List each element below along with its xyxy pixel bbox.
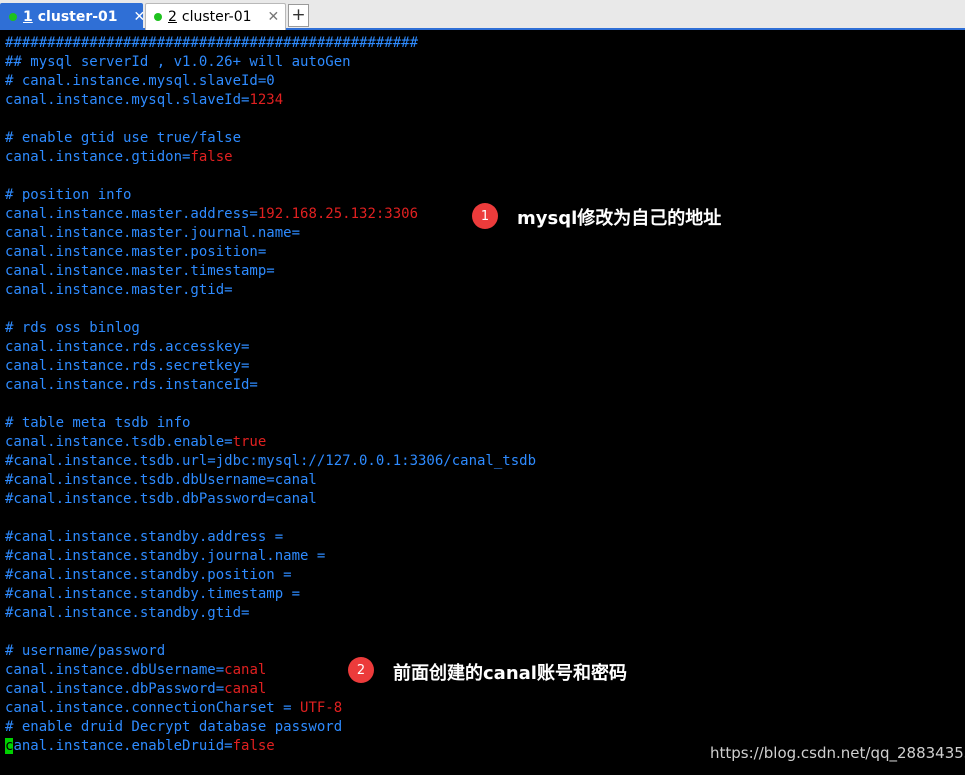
annotation-badge-2: 2 — [348, 657, 374, 683]
terminal-line: canal.instance.dbPassword=canal — [5, 680, 266, 699]
config-key: # enable gtid use true/false — [5, 130, 242, 146]
tab-cluster-01-second[interactable]: 2 cluster-01 ✕ — [145, 3, 286, 30]
config-key: #canal.instance.standby.gtid= — [5, 605, 250, 621]
config-key: # position info — [5, 187, 132, 203]
tab-number: 1 — [23, 9, 33, 25]
config-key: canal.instance.mysql.slaveId= — [5, 92, 250, 108]
tab-label: cluster-01 — [181, 9, 252, 25]
terminal-line: canal.instance.tsdb.enable=true — [5, 433, 266, 452]
terminal-line: canal.instance.master.address=192.168.25… — [5, 205, 418, 224]
close-icon[interactable]: ✕ — [268, 9, 280, 25]
config-value: 192.168.25.132:3306 — [257, 206, 419, 222]
terminal-line: # username/password — [5, 642, 165, 661]
terminal-line: #canal.instance.standby.timestamp = — [5, 585, 300, 604]
config-key: canal.instance.rds.instanceId= — [5, 377, 258, 393]
config-key: canal.instance.tsdb.enable= — [5, 434, 233, 450]
terminal-line: #canal.instance.standby.gtid= — [5, 604, 249, 623]
terminal-line: # enable gtid use true/false — [5, 129, 241, 148]
terminal-line: canal.instance.dbUsername=canal — [5, 661, 266, 680]
config-key: #canal.instance.standby.timestamp = — [5, 586, 301, 602]
terminal-line: canal.instance.connectionCharset = UTF-8 — [5, 699, 342, 718]
config-key: ########################################… — [5, 35, 419, 51]
config-key: ## mysql serverId , v1.0.26+ will autoGe… — [5, 54, 351, 70]
config-key: canal.instance.rds.accesskey= — [5, 339, 250, 355]
config-key: # table meta tsdb info — [5, 415, 191, 431]
config-key: canal.instance.connectionCharset = — [5, 700, 301, 716]
config-key: canal.instance.master.position= — [5, 244, 267, 260]
terminal-line: # canal.instance.mysql.slaveId=0 — [5, 72, 275, 91]
terminal-line: ## mysql serverId , v1.0.26+ will autoGe… — [5, 53, 351, 72]
config-key: # enable druid Decrypt database password — [5, 719, 343, 735]
terminal-line: #canal.instance.standby.journal.name = — [5, 547, 325, 566]
terminal-line: ########################################… — [5, 34, 418, 53]
terminal-line: # rds oss binlog — [5, 319, 140, 338]
terminal-line: # position info — [5, 186, 131, 205]
terminal-line: # table meta tsdb info — [5, 414, 190, 433]
config-value: true — [232, 434, 267, 450]
terminal-line: canal.instance.gtidon=false — [5, 148, 233, 167]
terminal-line: canal.instance.enableDruid=false — [5, 737, 275, 756]
config-key: canal.instance.dbPassword= — [5, 681, 225, 697]
connected-status-icon — [9, 13, 17, 21]
terminal-line: canal.instance.rds.secretkey= — [5, 357, 249, 376]
terminal-line: canal.instance.master.journal.name= — [5, 224, 300, 243]
annotation-note-1: mysql修改为自己的地址 — [517, 208, 722, 229]
new-tab-button[interactable]: + — [288, 4, 309, 27]
terminal-line: canal.instance.rds.instanceId= — [5, 376, 258, 395]
config-key: canal.instance.master.journal.name= — [5, 225, 301, 241]
config-key: canal.instance.rds.secretkey= — [5, 358, 250, 374]
config-value: UTF-8 — [300, 700, 343, 716]
annotation-badge-1: 1 — [472, 203, 498, 229]
tab-cluster-01-first[interactable]: 1 cluster-01 ✕ — [0, 3, 146, 30]
terminal-line: #canal.instance.tsdb.url=jdbc:mysql://12… — [5, 452, 536, 471]
tab-label: cluster-01 — [37, 9, 118, 25]
config-value: false — [190, 149, 233, 165]
terminal-line: canal.instance.master.gtid= — [5, 281, 233, 300]
config-key: #canal.instance.tsdb.url=jdbc:mysql://12… — [5, 453, 537, 469]
terminal-line: canal.instance.master.position= — [5, 243, 266, 262]
terminal-line: #canal.instance.standby.position = — [5, 566, 292, 585]
tab-number: 2 — [168, 9, 177, 25]
config-value: 1234 — [249, 92, 284, 108]
terminal-line: #canal.instance.standby.address = — [5, 528, 283, 547]
terminal-line: #canal.instance.tsdb.dbUsername=canal — [5, 471, 317, 490]
terminal-line: canal.instance.mysql.slaveId=1234 — [5, 91, 283, 110]
config-key: #canal.instance.standby.journal.name = — [5, 548, 326, 564]
config-key: canal.instance.master.gtid= — [5, 282, 233, 298]
tab-bar: 1 cluster-01 ✕ 2 cluster-01 ✕ + — [0, 0, 965, 30]
config-key: canal.instance.dbUsername= — [5, 662, 225, 678]
config-key: anal.instance.enableDruid= — [13, 738, 233, 754]
close-icon[interactable]: ✕ — [134, 9, 146, 25]
config-key: canal.instance.gtidon= — [5, 149, 191, 165]
config-key: canal.instance.master.address= — [5, 206, 258, 222]
config-key: #canal.instance.tsdb.dbPassword=canal — [5, 491, 317, 507]
config-value: false — [232, 738, 275, 754]
config-key: #canal.instance.standby.position = — [5, 567, 292, 583]
config-key: # rds oss binlog — [5, 320, 140, 336]
config-value: canal — [224, 662, 267, 678]
config-key: # canal.instance.mysql.slaveId=0 — [5, 73, 275, 89]
annotation-note-2: 前面创建的canal账号和密码 — [393, 663, 627, 684]
terminal-line: #canal.instance.tsdb.dbPassword=canal — [5, 490, 317, 509]
config-key: # username/password — [5, 643, 166, 659]
terminal-line: canal.instance.rds.accesskey= — [5, 338, 249, 357]
terminal-line: # enable druid Decrypt database password — [5, 718, 342, 737]
config-value: canal — [224, 681, 267, 697]
connected-status-icon — [154, 13, 162, 21]
config-key: #canal.instance.standby.address = — [5, 529, 284, 545]
terminal-line: canal.instance.master.timestamp= — [5, 262, 275, 281]
watermark-text: https://blog.csdn.net/qq_28834355 — [710, 744, 965, 762]
config-key: #canal.instance.tsdb.dbUsername=canal — [5, 472, 317, 488]
config-key: canal.instance.master.timestamp= — [5, 263, 275, 279]
